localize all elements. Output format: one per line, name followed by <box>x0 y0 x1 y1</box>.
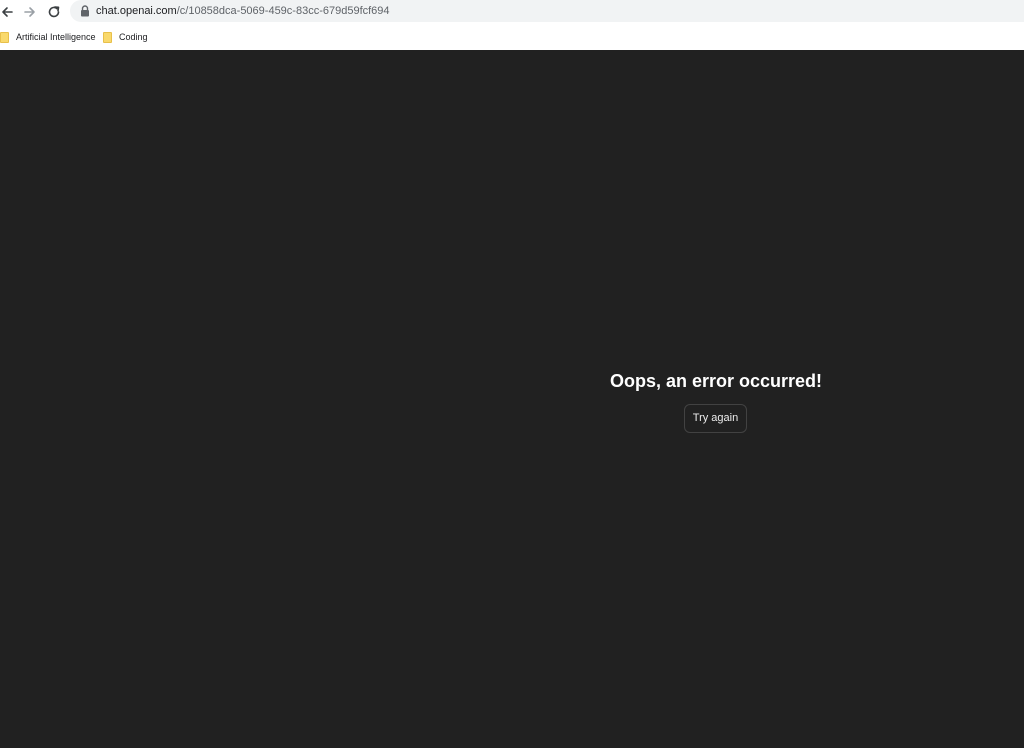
folder-icon <box>103 31 112 43</box>
try-again-button[interactable]: Try again <box>684 404 747 433</box>
lock-icon <box>81 5 89 17</box>
url-path: /c/10858dca-5069-459c-83cc-679d59fcf694 <box>176 5 390 17</box>
bookmark-label: Artificial Intelligence <box>16 32 96 42</box>
bookmark-label: Coding <box>119 32 148 42</box>
url-host: chat.openai.com <box>96 5 177 17</box>
page-content: Oops, an error occurred! Try again <box>0 50 1024 748</box>
bookmarks-bar: Artificial Intelligence Coding <box>0 25 1024 49</box>
browser-chrome: chat.openai.com/c/10858dca-5069-459c-83c… <box>0 0 1024 50</box>
bookmark-coding[interactable]: Coding <box>103 29 148 45</box>
bookmark-artificial-intelligence[interactable]: Artificial Intelligence <box>0 29 96 45</box>
error-title: Oops, an error occurred! <box>609 371 823 391</box>
reload-icon <box>48 6 60 18</box>
forward-button[interactable] <box>20 2 40 22</box>
back-button[interactable] <box>0 2 17 22</box>
reload-button[interactable] <box>44 2 64 22</box>
browser-toolbar: chat.openai.com/c/10858dca-5069-459c-83c… <box>0 0 1024 24</box>
address-bar[interactable]: chat.openai.com/c/10858dca-5069-459c-83c… <box>70 0 1024 22</box>
url-text[interactable]: chat.openai.com/c/10858dca-5069-459c-83c… <box>96 4 390 18</box>
arrow-left-icon <box>2 7 13 17</box>
folder-icon <box>0 31 9 43</box>
arrow-right-icon <box>24 7 35 17</box>
